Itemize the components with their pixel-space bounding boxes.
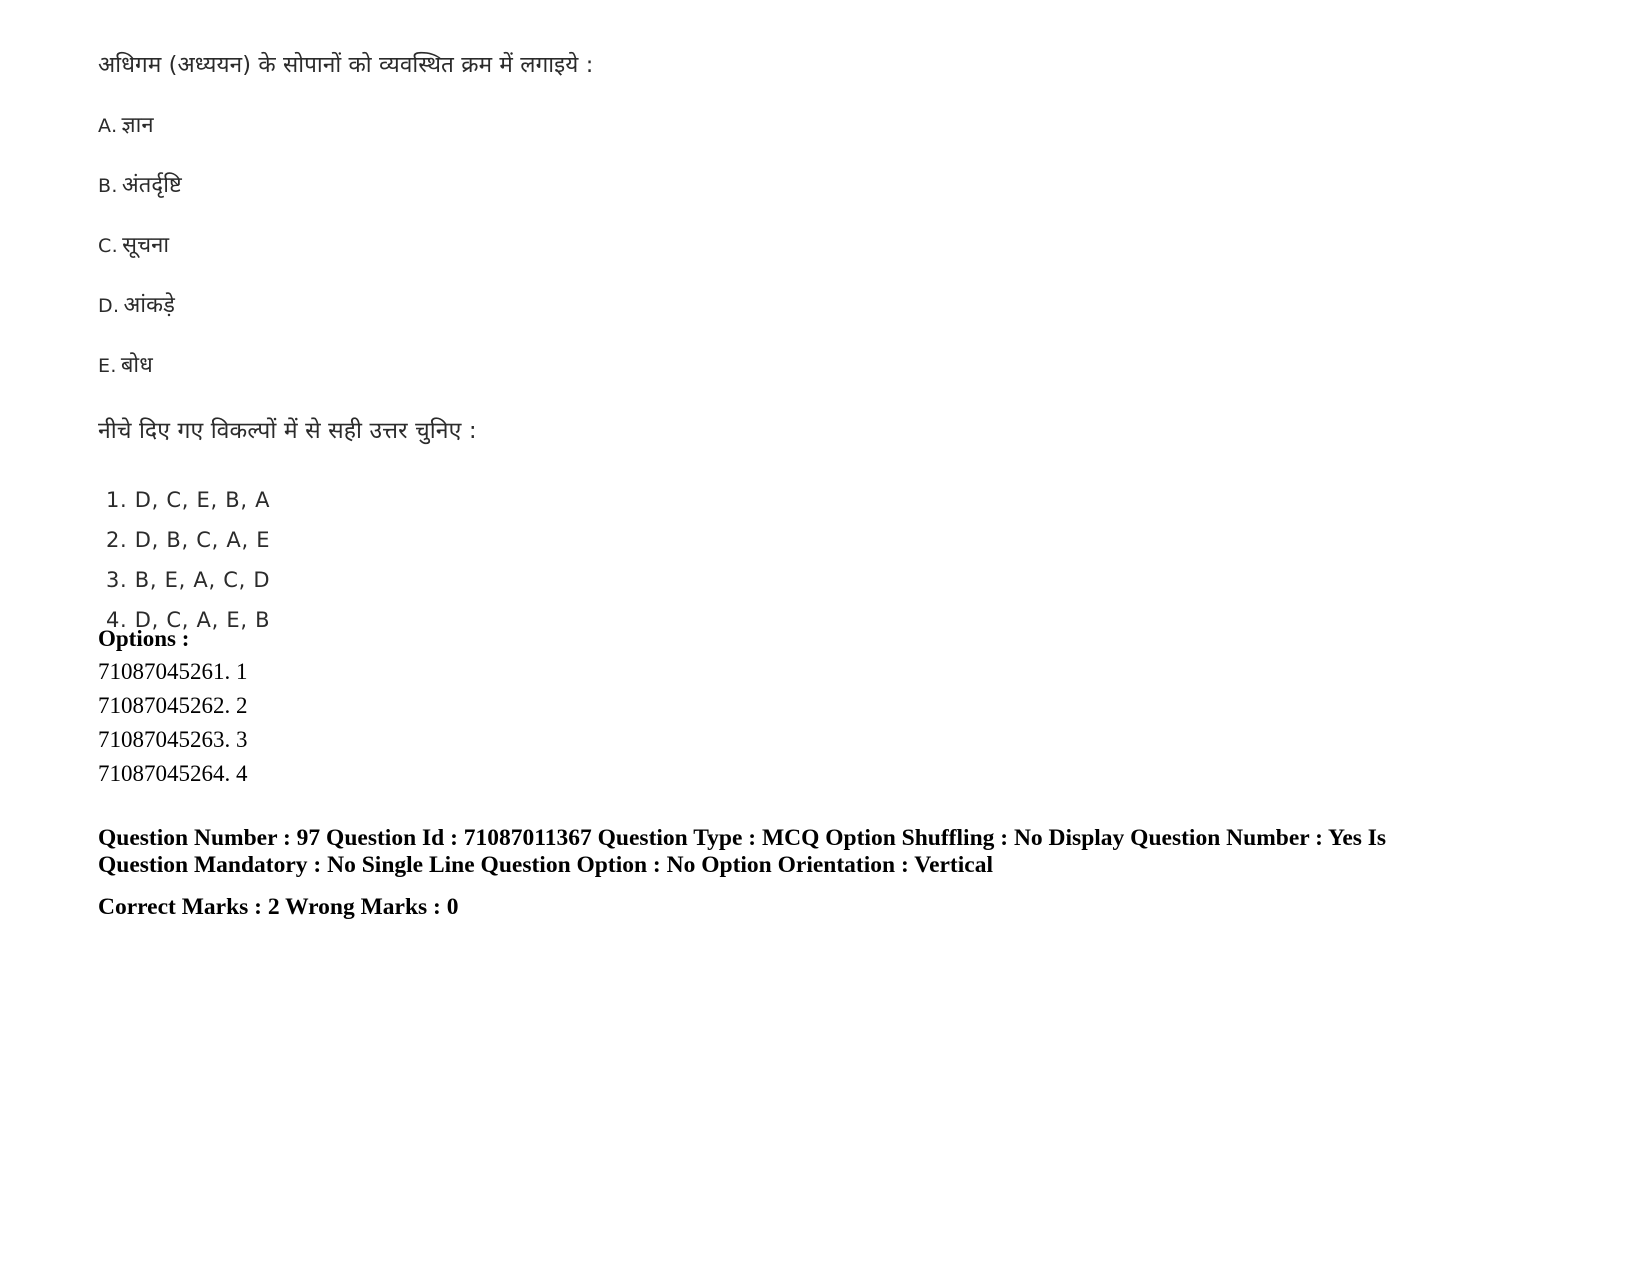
option-id-entry: 71087045264. 4 xyxy=(98,760,248,786)
question-item-text: बोध xyxy=(120,352,153,378)
option-id-list: 71087045261. 1 71087045262. 2 7108704526… xyxy=(98,655,1438,790)
answer-alternative[interactable]: 1. D, C, E, B, A xyxy=(106,489,1438,511)
options-section: Options : 71087045261. 1 71087045262. 2 … xyxy=(98,622,1438,791)
question-item-key: D. xyxy=(98,294,120,317)
question-item: D. आंकड़े xyxy=(98,294,1438,317)
question-item-text: आंकड़े xyxy=(123,292,175,318)
options-heading: Options : xyxy=(98,626,190,651)
answer-alternatives-list: 1. D, C, E, B, A 2. D, B, C, A, E 3. B, … xyxy=(98,489,1438,631)
option-id-entry: 71087045261. 1 xyxy=(98,659,248,685)
answer-alternative[interactable]: 2. D, B, C, A, E xyxy=(106,529,1438,551)
answer-alternative[interactable]: 3. B, E, A, C, D xyxy=(106,569,1438,591)
question-item-key: A. xyxy=(98,114,118,137)
question-marks-line: Correct Marks : 2 Wrong Marks : 0 xyxy=(98,893,459,920)
question-item-text: अंतर्दृष्टि xyxy=(121,172,182,198)
question-item-key: B. xyxy=(98,174,118,197)
choose-answer-instruction: नीचे दिए गए विकल्पों में से सही उत्तर चु… xyxy=(98,417,477,444)
question-item: E. बोध xyxy=(98,354,1438,377)
question-item-key: E. xyxy=(98,354,117,377)
question-item: A. ज्ञान xyxy=(98,114,1438,137)
question-item-text: सूचना xyxy=(122,232,170,258)
option-id-entry: 71087045262. 2 xyxy=(98,693,248,719)
question-page: अधिगम (अध्ययन) के सोपानों को व्यवस्थित क… xyxy=(0,0,1650,1275)
question-item-text: ज्ञान xyxy=(121,112,154,138)
question-item-key: C. xyxy=(98,234,119,257)
question-metadata: Question Number : 97 Question Id : 71087… xyxy=(98,825,1428,921)
question-item: C. सूचना xyxy=(98,234,1438,257)
option-id-entry: 71087045263. 3 xyxy=(98,726,248,752)
question-scan-area: अधिगम (अध्ययन) के सोपानों को व्यवस्थित क… xyxy=(98,52,1438,631)
question-metadata-line-2: Question Mandatory : No Single Line Ques… xyxy=(98,852,993,879)
question-metadata-line-1: Question Number : 97 Question Id : 71087… xyxy=(98,825,1387,851)
question-item-list: A. ज्ञान B. अंतर्दृष्टि C. सूचना D. आंकड़े E… xyxy=(98,114,1438,377)
question-stem: अधिगम (अध्ययन) के सोपानों को व्यवस्थित क… xyxy=(98,52,594,78)
question-item: B. अंतर्दृष्टि xyxy=(98,174,1438,197)
